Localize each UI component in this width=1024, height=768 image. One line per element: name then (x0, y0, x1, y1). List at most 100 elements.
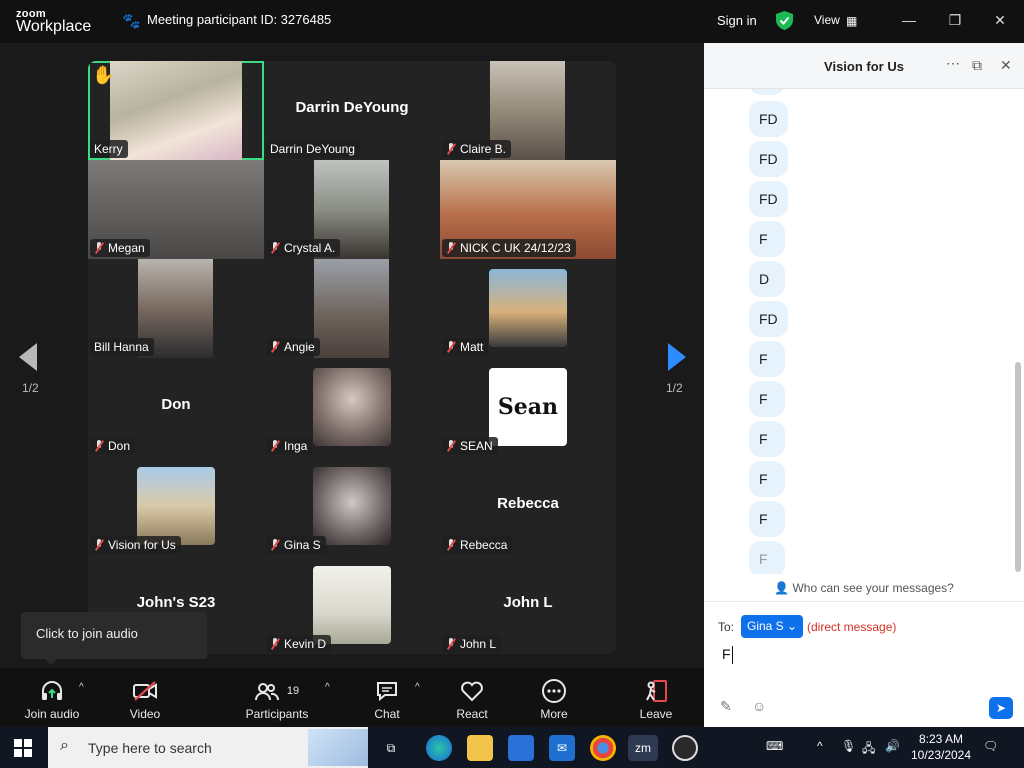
chat-message: FD (749, 181, 788, 217)
chat-message-list: FD FD FD F D FD F F F F F F (704, 89, 1014, 574)
zoom-taskbar-icon[interactable]: zm (628, 735, 658, 761)
video-tile-kerry[interactable]: ✋ Kerry (88, 61, 264, 160)
video-tile-don[interactable]: Don Don (88, 358, 264, 457)
video-tile-crystal[interactable]: Crystal A. (264, 160, 440, 259)
who-can-see-link[interactable]: 👤 Who can see your messages? (704, 574, 1024, 602)
name-tag: Matt (442, 338, 489, 356)
chat-button[interactable]: Chat (367, 678, 407, 721)
video-tile-matt[interactable]: Matt (440, 259, 616, 358)
meeting-area: 1/2 1/2 ✋ Kerry Darrin DeYoung Darrin De… (0, 43, 704, 668)
pop-out-icon[interactable]: ⧉ (972, 57, 982, 74)
muted-mic-icon (270, 242, 280, 254)
clock-time: 8:23 AM (918, 732, 964, 746)
participants-label: Participants (245, 707, 309, 721)
video-tile-sean[interactable]: Sean SEAN (440, 358, 616, 457)
join-audio-tooltip: Click to join audio (21, 612, 207, 665)
muted-mic-icon (94, 539, 104, 551)
leave-door-icon (636, 678, 676, 704)
keyboard-layout-icon[interactable]: ⌨ (766, 739, 783, 753)
microphone-icon[interactable]: 🎙 (841, 739, 856, 753)
leave-button[interactable]: Leave (636, 678, 676, 721)
page-indicator-left: 1/2 (22, 381, 39, 395)
muted-mic-icon (270, 638, 280, 650)
more-options-icon[interactable]: ⋯ (946, 55, 960, 72)
muted-mic-icon (446, 341, 456, 353)
video-tile-darrin[interactable]: Darrin DeYoung Darrin DeYoung (264, 61, 440, 160)
chat-label: Chat (374, 707, 400, 721)
message-draft: F (722, 646, 731, 662)
microsoft-store-icon[interactable] (508, 735, 534, 761)
chat-scrollbar-thumb[interactable] (1015, 362, 1021, 572)
file-explorer-icon[interactable] (467, 735, 493, 761)
video-tile-john-l[interactable]: John L John L (440, 556, 616, 654)
mail-icon[interactable]: ✉ (549, 735, 575, 761)
name-tag: Kevin D (266, 635, 332, 653)
profile-picture (313, 467, 391, 545)
restore-icon[interactable]: ❐ (945, 10, 965, 30)
video-tile-gina[interactable]: Gina S (264, 457, 440, 556)
close-icon[interactable]: ✕ (990, 10, 1010, 30)
previous-page-arrow-icon[interactable] (19, 343, 37, 371)
network-icon[interactable]: 🖧 (862, 739, 875, 760)
profile-picture: Sean (489, 368, 567, 446)
video-tile-rebecca[interactable]: Rebecca Rebecca (440, 457, 616, 556)
more-button[interactable]: More (534, 678, 574, 721)
chat-scrollbar[interactable] (1014, 89, 1024, 574)
participants-chevron-icon[interactable]: ^ (325, 682, 330, 693)
react-button[interactable]: React (450, 678, 494, 721)
sign-in-link[interactable]: Sign in (717, 13, 757, 28)
chat-message: F (749, 381, 785, 417)
format-text-icon[interactable]: ✎ (720, 698, 732, 715)
notifications-icon[interactable]: 🗨 (983, 739, 998, 753)
video-tile-bill[interactable]: Bill Hanna (88, 259, 264, 358)
join-audio-label: Join audio (24, 707, 80, 721)
muted-mic-icon (270, 341, 280, 353)
video-tile-angie[interactable]: Angie (264, 259, 440, 358)
video-tile-kevin[interactable]: Kevin D (264, 556, 440, 654)
participant-display-name: Rebecca (497, 495, 559, 512)
next-page-arrow-icon[interactable] (668, 343, 686, 371)
video-tile-claire[interactable]: Claire B. (440, 61, 616, 160)
participant-name: Bill Hanna (94, 340, 149, 354)
page-indicator-right: 1/2 (666, 381, 683, 395)
windows-start-icon[interactable] (14, 739, 32, 757)
participants-button[interactable]: 19 Participants (243, 678, 311, 721)
taskbar-search-box[interactable]: ⌕ Type here to search (48, 727, 368, 768)
chat-chevron-icon[interactable]: ^ (415, 682, 420, 693)
join-audio-button[interactable]: Join audio (18, 678, 86, 721)
send-button[interactable]: ➤ (989, 697, 1013, 719)
participant-name: Matt (460, 340, 484, 354)
view-button[interactable]: View (814, 13, 840, 27)
muted-mic-icon (446, 539, 456, 551)
muted-mic-icon (270, 539, 280, 551)
video-tile-nick[interactable]: NICK C UK 24/12/23 (440, 160, 616, 259)
message-input[interactable]: F (722, 646, 733, 665)
video-tile-megan[interactable]: Megan (88, 160, 264, 259)
muted-mic-icon (94, 242, 104, 254)
person-lock-icon: 👤 (774, 581, 790, 595)
chrome-browser-icon[interactable] (590, 735, 616, 761)
participant-name: Angie (284, 340, 315, 354)
zoom-taskbar-label: zm (635, 741, 651, 755)
grid-icon[interactable]: ▦ (846, 14, 857, 28)
name-tag: Darrin DeYoung (266, 140, 360, 158)
system-clock[interactable]: 8:23 AM 10/23/2024 (908, 731, 974, 763)
video-tile-inga[interactable]: Inga (264, 358, 440, 457)
emoji-icon[interactable]: ☺ (752, 698, 766, 714)
recorder-icon[interactable] (672, 735, 698, 761)
recipient-dropdown[interactable]: Gina S ⌄ (741, 615, 804, 638)
video-tile-vision-for-us[interactable]: Vision for Us (88, 457, 264, 556)
raised-hand-icon: ✋ (92, 65, 115, 85)
close-chat-icon[interactable]: ✕ (1000, 57, 1012, 74)
edge-browser-icon[interactable] (426, 735, 452, 761)
chat-message: D (749, 261, 785, 297)
volume-icon[interactable]: 🔊 (885, 739, 900, 753)
gallery-view: ✋ Kerry Darrin DeYoung Darrin DeYoung Cl… (88, 61, 616, 654)
minimize-icon[interactable]: — (899, 10, 919, 30)
shield-check-icon[interactable] (776, 11, 793, 30)
video-button[interactable]: Video (120, 678, 170, 721)
name-tag: Bill Hanna (90, 338, 154, 356)
audio-options-chevron-icon[interactable]: ^ (79, 682, 84, 693)
show-hidden-icons-chevron-icon[interactable]: ^ (817, 739, 823, 753)
task-view-icon[interactable]: ⧉ (378, 735, 404, 761)
